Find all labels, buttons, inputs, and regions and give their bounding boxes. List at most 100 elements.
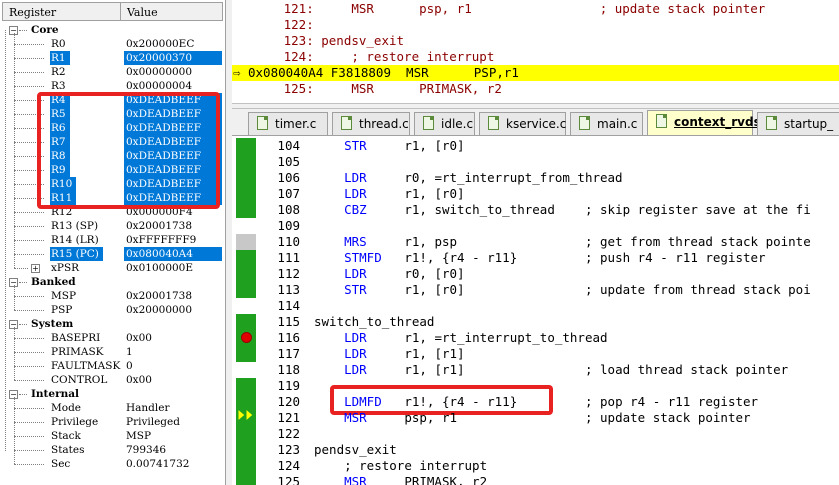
register-row[interactable]: R3 0x00000004: [0, 79, 224, 93]
code-line[interactable]: CBZ r1, switch_to_thread ; skip register…: [314, 202, 811, 218]
register-row[interactable]: PSP 0x20000000: [0, 303, 224, 317]
register-value[interactable]: MSP: [126, 429, 151, 443]
line-number: 113: [277, 282, 300, 297]
register-row[interactable]: BASEPRI 0x00: [0, 331, 224, 345]
register-value[interactable]: 0x080040A4: [124, 247, 222, 261]
code-line[interactable]: pendsv_exit: [314, 442, 397, 458]
register-row[interactable]: R13 (SP) 0x20001738: [0, 219, 224, 233]
register-row[interactable]: Stack MSP: [0, 429, 224, 443]
register-group-internal[interactable]: − Internal: [0, 387, 224, 401]
code-line[interactable]: STR r1, [r0]: [314, 138, 464, 154]
code-line[interactable]: LDMFD r1!, {r4 - r11} ; pop r4 - r11 reg…: [314, 394, 758, 410]
code-line[interactable]: LDR r1, =rt_interrupt_to_thread: [314, 330, 607, 346]
register-group-core[interactable]: − Core: [0, 23, 224, 37]
register-name: PRIMASK: [51, 346, 104, 358]
register-value[interactable]: 0x00000004: [126, 79, 192, 93]
editor-tab-bar: timer.c thread.c idle.c kservice.c main.c con…: [232, 109, 839, 136]
code-line[interactable]: STR r1, [r0] ; update from thread stack …: [314, 282, 811, 298]
tab-startup-[interactable]: startup_: [757, 112, 839, 135]
register-value[interactable]: 0x20000000: [126, 303, 192, 317]
disassembly-text: 121: MSR psp, r1 ; update stack pointer: [246, 1, 766, 16]
register-row[interactable]: CONTROL 0x00: [0, 373, 224, 387]
disassembly-text: 125: MSR PRIMASK, r2: [246, 81, 502, 96]
register-row[interactable]: R15 (PC) 0x080040A4: [0, 247, 224, 261]
tab-timer-c[interactable]: timer.c: [248, 112, 328, 135]
register-group-banked[interactable]: − Banked: [0, 275, 224, 289]
line-number: 117: [277, 346, 300, 361]
disassembly-line[interactable]: 122:: [232, 17, 839, 33]
register-name: R13 (SP): [51, 220, 99, 232]
code-line[interactable]: LDR r0, =rt_interrupt_from_thread: [314, 170, 622, 186]
register-row[interactable]: Privilege Privileged: [0, 415, 224, 429]
code-line[interactable]: switch_to_thread: [314, 314, 434, 330]
code-line[interactable]: MSR PRIMASK, r2: [314, 474, 487, 485]
register-name: xPSR: [51, 262, 80, 274]
disassembly-line[interactable]: 124: ; restore interrupt: [232, 49, 839, 65]
line-number: 125: [277, 474, 300, 485]
line-number: 123: [277, 442, 300, 457]
disassembly-line[interactable]: 125: MSR PRIMASK, r2: [232, 81, 839, 97]
register-value[interactable]: 0x20001738: [126, 219, 192, 233]
code-line[interactable]: MRS r1, psp ; get from thread stack poin…: [314, 234, 811, 250]
editor-gutter[interactable]: [232, 136, 262, 485]
register-value[interactable]: 0x00: [126, 373, 152, 387]
tab-kservice-c[interactable]: kservice.c: [479, 112, 566, 135]
tab-idle-c[interactable]: idle.c: [414, 112, 475, 135]
breakpoint-icon[interactable]: [241, 332, 252, 343]
register-value[interactable]: 0x00000000: [126, 65, 192, 79]
tab-label: thread.c: [359, 117, 409, 131]
source-editor[interactable]: 104 STR r1, [r0] 105 106 LDR r0, =rt_inter…: [232, 136, 839, 485]
register-value[interactable]: 0: [126, 359, 133, 373]
tab-main-c[interactable]: main.c: [570, 112, 643, 135]
tab-label: main.c: [597, 117, 638, 131]
register-row[interactable]: MSP 0x20001738: [0, 289, 224, 303]
register-row[interactable]: FAULTMASK 0: [0, 359, 224, 373]
register-row[interactable]: + xPSR 0x0100000E: [0, 261, 224, 275]
code-line[interactable]: LDR r0, [r0]: [314, 266, 464, 282]
code-line[interactable]: LDR r1, [r1]: [314, 346, 464, 362]
register-group-label: Core: [31, 24, 59, 36]
register-value[interactable]: 0x200000EC: [126, 37, 194, 51]
register-value[interactable]: 0x0100000E: [126, 261, 193, 275]
register-row[interactable]: R14 (LR) 0xFFFFFFF9: [0, 233, 224, 247]
disassembly-line[interactable]: 121: MSR psp, r1 ; update stack pointer: [232, 1, 839, 17]
line-number: 122: [277, 426, 300, 441]
code-line[interactable]: STMFD r1!, {r4 - r11} ; push r4 - r11 re…: [314, 250, 765, 266]
register-value[interactable]: 0x00: [126, 331, 152, 345]
register-name: R1: [50, 51, 70, 65]
register-group-system[interactable]: − System: [0, 317, 224, 331]
value-column-header[interactable]: Value: [127, 6, 158, 19]
expand-icon[interactable]: +: [31, 264, 40, 273]
register-value[interactable]: 799346: [126, 443, 166, 457]
disassembly-line[interactable]: 123: pendsv_exit: [232, 33, 839, 49]
register-row[interactable]: R0 0x200000EC: [0, 37, 224, 51]
register-column-header[interactable]: Register: [9, 6, 56, 19]
register-row[interactable]: R2 0x00000000: [0, 65, 224, 79]
coverage-marker: [236, 234, 256, 250]
code-line[interactable]: LDR r1, [r1] ; load thread stack pointer: [314, 362, 788, 378]
tab-context-rvds-s[interactable]: context_rvds.S: [647, 110, 774, 135]
register-name: BASEPRI: [51, 332, 101, 344]
code-line[interactable]: ; restore interrupt: [314, 458, 487, 474]
line-number: 108: [277, 202, 300, 217]
code-line[interactable]: MSR psp, r1 ; update stack pointer: [314, 410, 750, 426]
register-value[interactable]: Handler: [126, 401, 170, 415]
line-number: 119: [277, 378, 300, 393]
register-row[interactable]: PRIMASK 1: [0, 345, 224, 359]
tab-label: timer.c: [275, 117, 317, 131]
register-value[interactable]: 0.00741732: [126, 457, 189, 471]
tab-thread-c[interactable]: thread.c: [332, 112, 410, 135]
disassembly-current-line[interactable]: ⇨ 0x080040A4 F3818809 MSR PSP,r1: [232, 65, 839, 81]
register-row[interactable]: Mode Handler: [0, 401, 224, 415]
register-row[interactable]: Sec 0.00741732: [0, 457, 224, 471]
register-value[interactable]: 0x20000370: [124, 51, 222, 65]
register-name: States: [51, 444, 85, 456]
register-value[interactable]: 1: [126, 345, 133, 359]
tab-label: kservice.c: [506, 117, 567, 131]
code-line[interactable]: LDR r1, [r0]: [314, 186, 464, 202]
register-value[interactable]: 0x20001738: [126, 289, 192, 303]
register-value[interactable]: 0xFFFFFFF9: [126, 233, 196, 247]
register-value[interactable]: Privileged: [126, 415, 180, 429]
register-row[interactable]: R1 0x20000370: [0, 51, 224, 65]
register-row[interactable]: States 799346: [0, 443, 224, 457]
